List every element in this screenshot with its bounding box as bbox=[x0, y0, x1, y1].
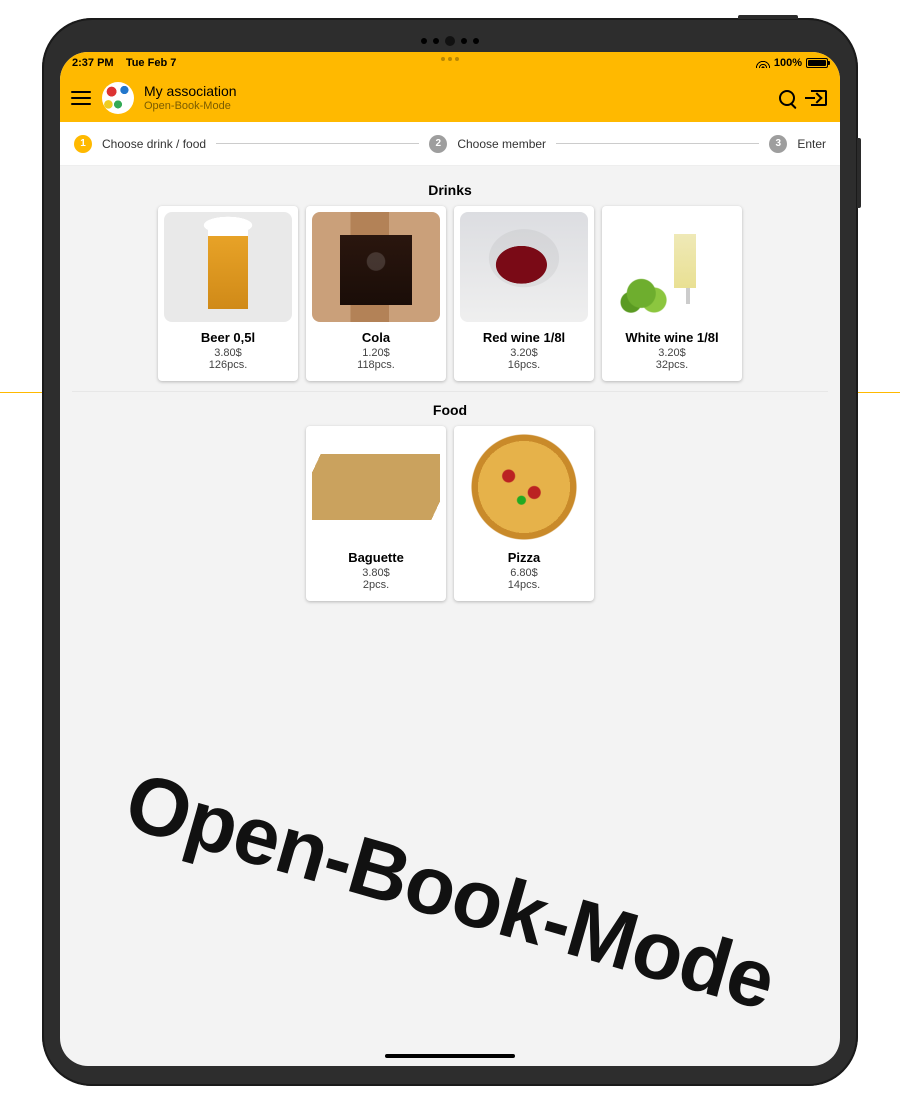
hamburger-icon bbox=[71, 91, 91, 105]
product-card-white-wine[interactable]: White wine 1/8l 3.20$ 32pcs. bbox=[602, 206, 742, 381]
app-title: My association bbox=[144, 84, 766, 99]
product-price: 3.20$ bbox=[460, 347, 588, 359]
product-image bbox=[312, 432, 440, 542]
section-title-food: Food bbox=[60, 402, 840, 418]
product-image bbox=[460, 432, 588, 542]
product-stock: 126pcs. bbox=[164, 359, 292, 371]
status-time: 2:37 PM bbox=[72, 57, 114, 69]
battery-icon bbox=[806, 58, 828, 68]
product-image bbox=[460, 212, 588, 322]
step-3-badge[interactable]: 3 bbox=[769, 135, 787, 153]
product-name: White wine 1/8l bbox=[608, 330, 736, 345]
product-stock: 32pcs. bbox=[608, 359, 736, 371]
logout-button[interactable] bbox=[808, 87, 830, 109]
product-price: 3.20$ bbox=[608, 347, 736, 359]
page-accent-left bbox=[0, 392, 42, 393]
content: Drinks Beer 0,5l 3.80$ 126pcs. Cola 1.20… bbox=[60, 166, 840, 601]
drinks-grid: Beer 0,5l 3.80$ 126pcs. Cola 1.20$ 118pc… bbox=[60, 206, 840, 381]
product-price: 3.80$ bbox=[312, 567, 440, 579]
search-button[interactable] bbox=[776, 87, 798, 109]
product-stock: 16pcs. bbox=[460, 359, 588, 371]
product-image bbox=[164, 212, 292, 322]
section-divider bbox=[72, 391, 828, 392]
product-card-baguette[interactable]: Baguette 3.80$ 2pcs. bbox=[306, 426, 446, 601]
stepper: 1 Choose drink / food 2 Choose member 3 … bbox=[60, 122, 840, 166]
product-price: 3.80$ bbox=[164, 347, 292, 359]
page-accent-right bbox=[858, 392, 900, 393]
product-name: Red wine 1/8l bbox=[460, 330, 588, 345]
product-image bbox=[608, 212, 736, 322]
step-2-badge[interactable]: 2 bbox=[429, 135, 447, 153]
menu-button[interactable] bbox=[70, 87, 92, 109]
app-header: My association Open-Book-Mode bbox=[60, 74, 840, 122]
food-grid: Baguette 3.80$ 2pcs. Pizza 6.80$ 14pcs. bbox=[60, 426, 840, 601]
title-block: My association Open-Book-Mode bbox=[144, 84, 766, 111]
search-icon bbox=[779, 90, 795, 106]
product-card-cola[interactable]: Cola 1.20$ 118pcs. bbox=[306, 206, 446, 381]
product-stock: 118pcs. bbox=[312, 359, 440, 371]
product-card-beer[interactable]: Beer 0,5l 3.80$ 126pcs. bbox=[158, 206, 298, 381]
product-image bbox=[312, 212, 440, 322]
multitask-dots bbox=[441, 57, 459, 61]
avatar[interactable] bbox=[102, 82, 134, 114]
product-price: 1.20$ bbox=[312, 347, 440, 359]
product-name: Cola bbox=[312, 330, 440, 345]
product-card-pizza[interactable]: Pizza 6.80$ 14pcs. bbox=[454, 426, 594, 601]
status-date: Tue Feb 7 bbox=[126, 57, 177, 69]
home-indicator[interactable] bbox=[385, 1054, 515, 1058]
section-title-drinks: Drinks bbox=[60, 182, 840, 198]
power-button bbox=[738, 15, 798, 19]
speaker-grille bbox=[421, 38, 479, 46]
step-line bbox=[556, 143, 759, 144]
product-name: Pizza bbox=[460, 550, 588, 565]
product-name: Baguette bbox=[312, 550, 440, 565]
tablet-frame: 2:37 PM Tue Feb 7 100% My association Op… bbox=[42, 18, 858, 1086]
battery-percent: 100% bbox=[774, 57, 802, 69]
status-bar: 2:37 PM Tue Feb 7 100% bbox=[60, 52, 840, 74]
logout-icon bbox=[811, 90, 827, 106]
step-2-label: Choose member bbox=[457, 137, 546, 151]
step-1-label: Choose drink / food bbox=[102, 137, 206, 151]
product-card-red-wine[interactable]: Red wine 1/8l 3.20$ 16pcs. bbox=[454, 206, 594, 381]
app-subtitle: Open-Book-Mode bbox=[144, 100, 766, 112]
step-3-label: Enter bbox=[797, 137, 826, 151]
screen: 2:37 PM Tue Feb 7 100% My association Op… bbox=[60, 52, 840, 1066]
step-line bbox=[216, 143, 419, 144]
volume-button bbox=[857, 138, 861, 208]
product-price: 6.80$ bbox=[460, 567, 588, 579]
product-stock: 2pcs. bbox=[312, 579, 440, 591]
product-stock: 14pcs. bbox=[460, 579, 588, 591]
overlay-watermark: Open-Book-Mode bbox=[115, 755, 784, 1030]
product-name: Beer 0,5l bbox=[164, 330, 292, 345]
wifi-icon bbox=[756, 58, 770, 68]
step-1-badge[interactable]: 1 bbox=[74, 135, 92, 153]
